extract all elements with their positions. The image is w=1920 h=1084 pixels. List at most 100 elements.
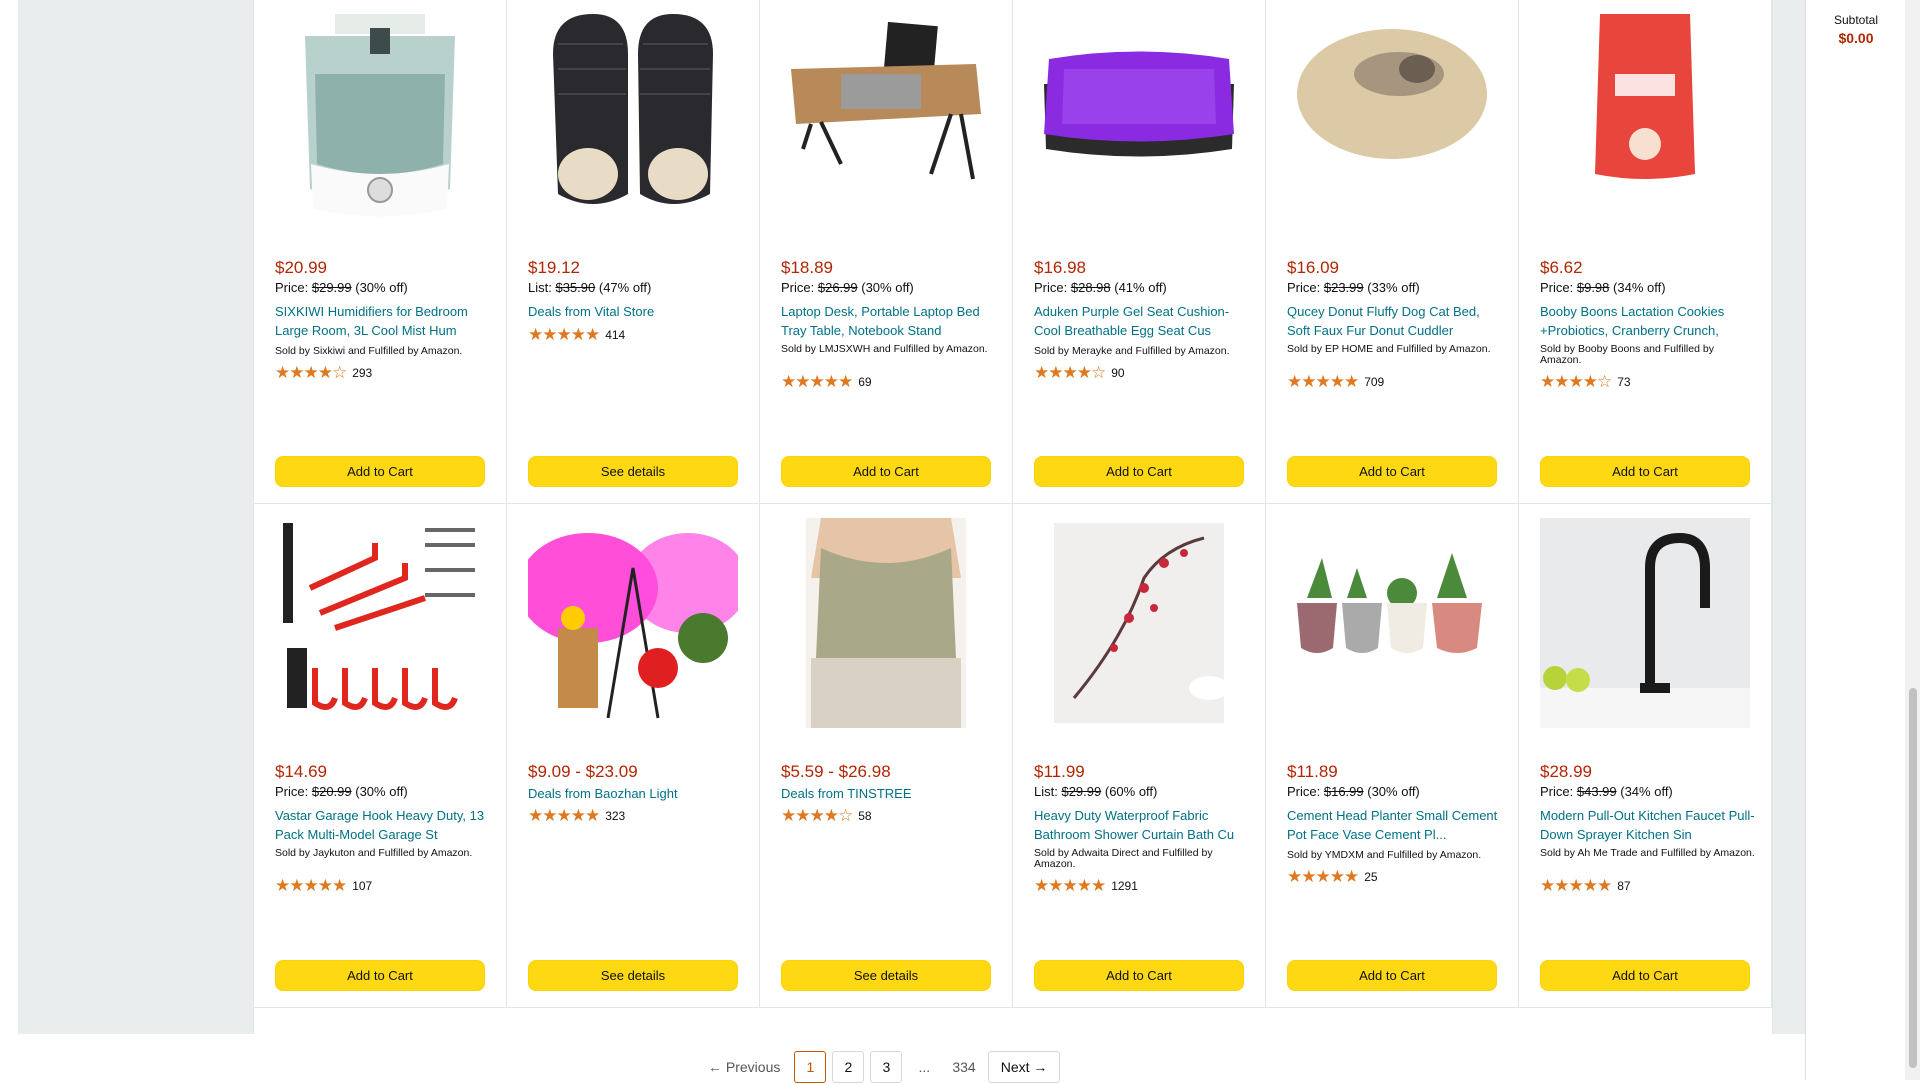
previous-page-link[interactable]: ← Previous bbox=[700, 1051, 789, 1083]
add-to-cart-button[interactable]: Add to Cart bbox=[781, 456, 991, 487]
product-price: $19.12 bbox=[528, 258, 580, 277]
rating[interactable]: ★★★★★ 69 bbox=[781, 372, 872, 392]
see-details-button[interactable]: See details bbox=[528, 456, 738, 487]
add-to-cart-button[interactable]: Add to Cart bbox=[1034, 456, 1244, 487]
see-details-button[interactable]: See details bbox=[781, 960, 991, 991]
review-count: 25 bbox=[1364, 870, 1378, 884]
rating[interactable]: ★★★★★ 87 bbox=[1540, 876, 1631, 896]
product-price: $16.98 bbox=[1034, 258, 1086, 277]
product-price: $28.99 bbox=[1540, 762, 1592, 781]
cart-subtotal-panel: Subtotal $0.00 bbox=[1805, 0, 1906, 1080]
product-price: $11.99 bbox=[1034, 762, 1085, 781]
scrollbar-thumb[interactable] bbox=[1909, 688, 1917, 1068]
list-price: Price: $26.99 (30% off) bbox=[781, 280, 914, 295]
product-title-link[interactable]: Modern Pull-Out Kitchen Faucet Pull-Down… bbox=[1540, 806, 1755, 844]
page-2-button[interactable]: 2 bbox=[832, 1051, 865, 1083]
product-card: $14.69 Price: $20.99 (30% off) Vastar Ga… bbox=[254, 504, 507, 1008]
rating[interactable]: ★★★★☆ 73 bbox=[1540, 372, 1631, 392]
add-to-cart-button[interactable]: Add to Cart bbox=[275, 960, 485, 991]
review-count: 69 bbox=[858, 375, 872, 389]
star-rating-icon: ★★★★★ bbox=[1287, 867, 1359, 886]
product-image-grow-light[interactable] bbox=[528, 518, 738, 728]
product-image-laptop-desk[interactable] bbox=[781, 14, 991, 224]
review-count: 58 bbox=[858, 809, 872, 823]
product-image-kitchen-faucet[interactable] bbox=[1540, 518, 1750, 728]
add-to-cart-button[interactable]: Add to Cart bbox=[1287, 960, 1497, 991]
rating[interactable]: ★★★★★ 414 bbox=[528, 325, 625, 345]
pagination: ← Previous 1 2 3 ... 334 Next → bbox=[700, 1050, 1066, 1084]
product-price: $9.09 - $23.09 bbox=[528, 762, 638, 781]
product-title-link[interactable]: Aduken Purple Gel Seat Cushion- Cool Bre… bbox=[1034, 302, 1249, 340]
list-price: Price: $20.99 (30% off) bbox=[275, 784, 408, 799]
star-rating-icon: ★★★★☆ bbox=[1034, 363, 1106, 382]
add-to-cart-button[interactable]: Add to Cart bbox=[1540, 456, 1750, 487]
product-title-link[interactable]: Heavy Duty Waterproof Fabric Bathroom Sh… bbox=[1034, 806, 1249, 844]
product-image-planters[interactable] bbox=[1287, 518, 1497, 728]
list-price: Price: $23.99 (33% off) bbox=[1287, 280, 1420, 295]
product-image-pet-bed[interactable] bbox=[1287, 14, 1497, 224]
rating[interactable]: ★★★★★ 323 bbox=[528, 806, 625, 826]
star-rating-icon: ★★★★★ bbox=[781, 372, 853, 391]
list-price: Price: $43.99 (34% off) bbox=[1540, 784, 1673, 799]
list-price: Price: $28.98 (41% off) bbox=[1034, 280, 1167, 295]
product-price: $5.59 - $26.98 bbox=[781, 762, 891, 781]
product-price: $11.89 bbox=[1287, 762, 1338, 781]
product-image-shower-curtain[interactable] bbox=[1034, 518, 1244, 728]
product-card: $5.59 - $26.98 Deals from TINSTREE ★★★★☆… bbox=[760, 504, 1013, 1008]
next-page-button[interactable]: Next → bbox=[987, 1051, 1061, 1083]
product-image-tank-top[interactable] bbox=[781, 518, 991, 728]
page-3-button[interactable]: 3 bbox=[870, 1051, 903, 1083]
product-image-gel-cushion[interactable] bbox=[1034, 14, 1244, 224]
seller-text: Sold by YMDXM and Fulfilled by Amazon. bbox=[1287, 849, 1482, 861]
rating[interactable]: ★★★★☆ 293 bbox=[275, 363, 372, 383]
product-title-link[interactable]: Booby Boons Lactation Cookies +Probiotic… bbox=[1540, 302, 1755, 340]
seller-text: Sold by Jaykuton and Fulfilled by Amazon… bbox=[275, 847, 473, 859]
review-count: 293 bbox=[352, 366, 373, 380]
add-to-cart-button[interactable]: Add to Cart bbox=[275, 456, 485, 487]
product-title-link[interactable]: Qucey Donut Fluffy Dog Cat Bed, Soft Fau… bbox=[1287, 302, 1502, 340]
review-count: 709 bbox=[1364, 375, 1385, 389]
rating[interactable]: ★★★★★ 1291 bbox=[1034, 876, 1138, 896]
product-card: $6.62 Price: $9.98 (34% off) Booby Boons… bbox=[1519, 0, 1772, 504]
add-to-cart-button[interactable]: Add to Cart bbox=[1034, 960, 1244, 991]
product-title-link[interactable]: Vastar Garage Hook Heavy Duty, 13 Pack M… bbox=[275, 806, 490, 844]
page-scrollbar[interactable] bbox=[1905, 0, 1920, 1080]
list-price: Price: $29.99 (30% off) bbox=[275, 280, 408, 295]
review-count: 323 bbox=[605, 809, 626, 823]
last-page-number: 334 bbox=[946, 1051, 982, 1083]
review-count: 73 bbox=[1617, 375, 1631, 389]
page-1-button[interactable]: 1 bbox=[794, 1051, 827, 1083]
rating[interactable]: ★★★★★ 709 bbox=[1287, 372, 1384, 392]
rating[interactable]: ★★★★★ 107 bbox=[275, 876, 372, 896]
seller-text: Sold by Sixkiwi and Fulfilled by Amazon. bbox=[275, 345, 463, 357]
review-count: 414 bbox=[605, 328, 626, 342]
product-title-link[interactable]: SIXKIWI Humidifiers for Bedroom Large Ro… bbox=[275, 302, 490, 340]
product-card: $16.09 Price: $23.99 (33% off) Qucey Don… bbox=[1266, 0, 1519, 504]
rating[interactable]: ★★★★★ 25 bbox=[1287, 867, 1378, 887]
add-to-cart-button[interactable]: Add to Cart bbox=[1287, 456, 1497, 487]
product-card: $18.89 Price: $26.99 (30% off) Laptop De… bbox=[760, 0, 1013, 504]
product-image-humidifier[interactable] bbox=[275, 14, 485, 224]
product-price: $6.62 bbox=[1540, 258, 1583, 277]
star-rating-icon: ★★★★★ bbox=[528, 806, 600, 825]
product-image-lactation-cookies[interactable] bbox=[1540, 14, 1750, 224]
product-card: $16.98 Price: $28.98 (41% off) Aduken Pu… bbox=[1013, 0, 1266, 504]
star-rating-icon: ★★★★☆ bbox=[1540, 372, 1612, 391]
product-title-link[interactable]: Cement Head Planter Small Cement Pot Fac… bbox=[1287, 806, 1502, 844]
seller-text: Sold by LMJSXWH and Fulfilled by Amazon. bbox=[781, 343, 988, 355]
product-image-garage-hooks[interactable] bbox=[275, 518, 485, 728]
product-title-link[interactable]: Laptop Desk, Portable Laptop Bed Tray Ta… bbox=[781, 302, 996, 340]
review-count: 90 bbox=[1111, 366, 1125, 380]
product-card: $19.12 List: $35.90 (47% off) Deals from… bbox=[507, 0, 760, 504]
see-details-button[interactable]: See details bbox=[528, 960, 738, 991]
review-count: 107 bbox=[352, 879, 373, 893]
add-to-cart-button[interactable]: Add to Cart bbox=[1540, 960, 1750, 991]
rating[interactable]: ★★★★☆ 58 bbox=[781, 806, 872, 826]
seller-text: Sold by Booby Boons and Fulfilled by Ama… bbox=[1540, 343, 1714, 366]
product-image-slippers[interactable] bbox=[528, 14, 738, 224]
list-price: Price: $16.99 (30% off) bbox=[1287, 784, 1420, 799]
list-price: List: $35.90 (47% off) bbox=[528, 280, 652, 295]
rating[interactable]: ★★★★☆ 90 bbox=[1034, 363, 1125, 383]
seller-text: Sold by EP HOME and Fulfilled by Amazon. bbox=[1287, 343, 1491, 355]
product-price: $14.69 bbox=[275, 762, 327, 781]
